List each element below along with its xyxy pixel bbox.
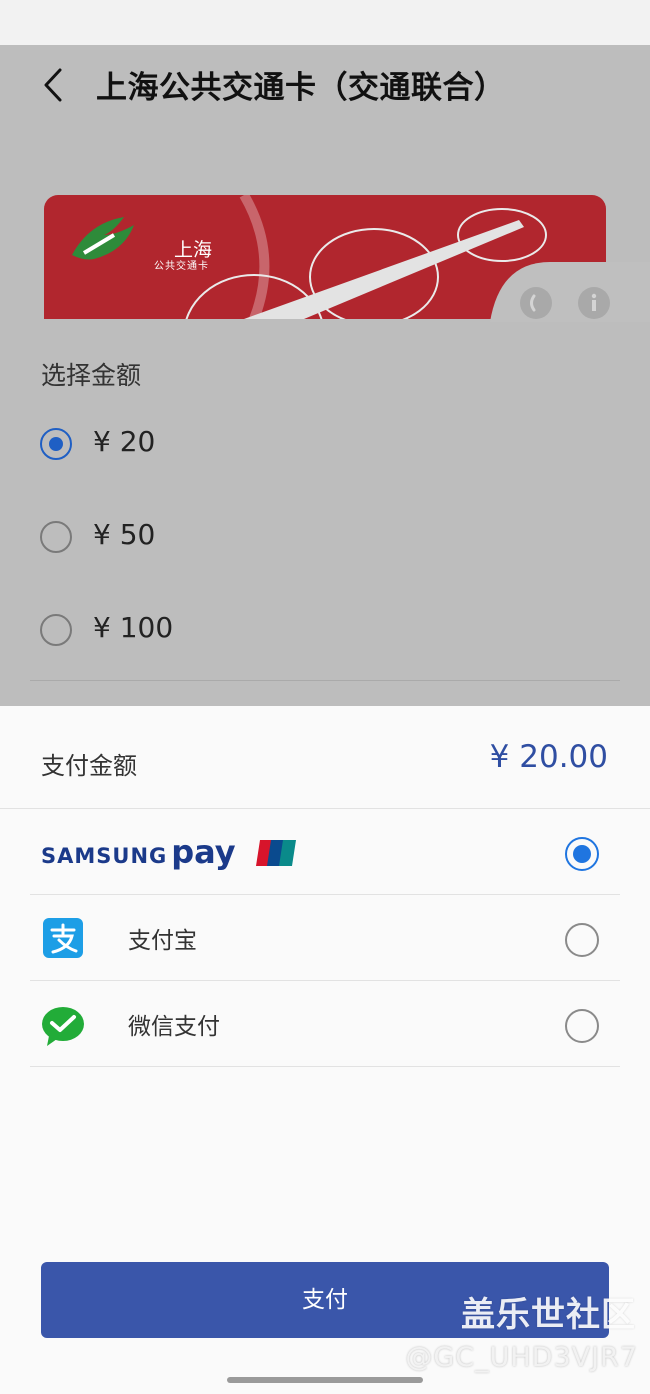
unionpay-icon — [256, 840, 296, 866]
alipay-icon — [43, 918, 83, 958]
home-indicator[interactable] — [227, 1377, 423, 1383]
amount-option-label: ¥ 50 — [93, 518, 156, 551]
phone-icon[interactable] — [520, 287, 552, 319]
radio-selected-icon[interactable] — [40, 428, 72, 460]
card-logo-subtext: 公共交通卡 — [154, 261, 209, 272]
transit-logo-icon — [72, 217, 134, 260]
divider — [30, 680, 620, 681]
radio-unselected-icon[interactable] — [565, 1009, 599, 1043]
alipay-label: 支付宝 — [128, 928, 197, 954]
divider — [30, 1066, 620, 1067]
amount-option-50[interactable]: ¥ 50 — [40, 518, 440, 565]
watermark-site: 盖乐世社区 — [461, 1295, 636, 1335]
select-amount-label: 选择金额 — [41, 361, 142, 390]
radio-unselected-icon[interactable] — [40, 521, 72, 553]
status-bar — [0, 0, 650, 45]
back-button[interactable] — [38, 65, 70, 105]
back-arrow-icon — [44, 68, 62, 102]
payment-amount-value: ¥ 20.00 — [489, 739, 608, 775]
payment-method-samsung-pay[interactable]: SAMSUNG pay — [30, 809, 620, 895]
amount-option-20[interactable]: ¥ 20 — [40, 425, 440, 472]
card-tab-shape — [490, 262, 650, 322]
samsung-pay-logo: SAMSUNG pay — [41, 833, 236, 871]
radio-unselected-icon[interactable] — [40, 614, 72, 646]
amount-option-100[interactable]: ¥ 100 — [40, 611, 440, 658]
amount-option-label: ¥ 100 — [93, 611, 174, 644]
page-title: 上海公共交通卡（交通联合） — [96, 70, 506, 106]
wechat-pay-label: 微信支付 — [128, 1014, 220, 1040]
watermark-user: @GC_UHD3VJR7 — [405, 1342, 638, 1373]
amount-option-label: ¥ 20 — [93, 425, 156, 458]
payment-amount-label: 支付金额 — [41, 752, 137, 780]
radio-selected-icon[interactable] — [565, 837, 599, 871]
payment-method-alipay[interactable]: 支付宝 — [30, 895, 620, 981]
info-icon[interactable] — [578, 287, 610, 319]
wechat-pay-icon — [42, 1007, 84, 1046]
radio-unselected-icon[interactable] — [565, 923, 599, 957]
payment-method-wechat-pay[interactable]: 微信支付 — [30, 981, 620, 1067]
